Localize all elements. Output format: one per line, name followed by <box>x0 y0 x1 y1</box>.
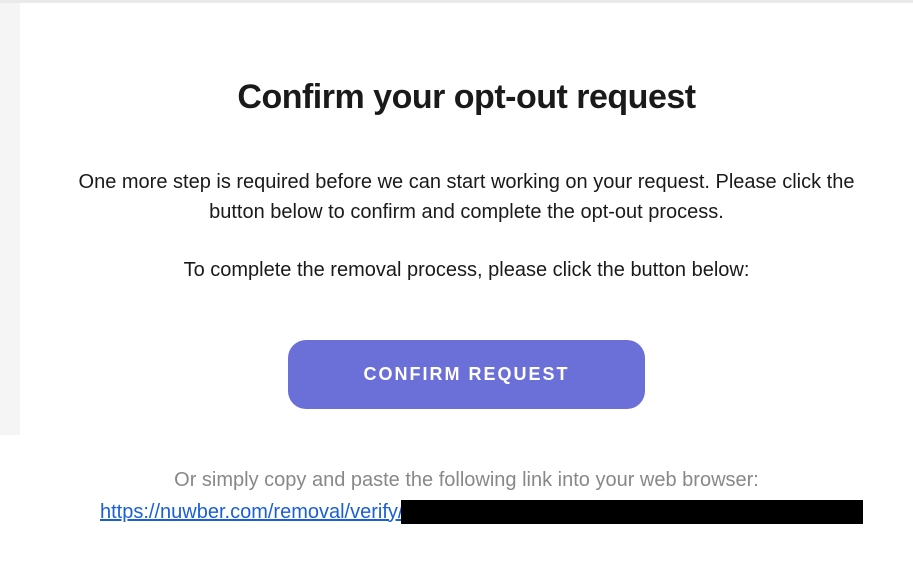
verification-link[interactable]: https://nuwber.com/removal/verify/ <box>100 501 403 524</box>
alt-instruction-text: Or simply copy and paste the following l… <box>70 469 863 492</box>
instruction-paragraph: To complete the removal process, please … <box>70 255 863 285</box>
page-title: Confirm your opt-out request <box>70 78 863 117</box>
intro-paragraph: One more step is required before we can … <box>70 167 863 227</box>
email-content: Confirm your opt-out request One more st… <box>20 3 913 524</box>
left-margin <box>0 0 20 435</box>
verification-link-row: https://nuwber.com/removal/verify/ <box>70 500 863 524</box>
confirm-request-button[interactable]: CONFIRM REQUEST <box>288 340 644 409</box>
redacted-token <box>401 500 863 524</box>
